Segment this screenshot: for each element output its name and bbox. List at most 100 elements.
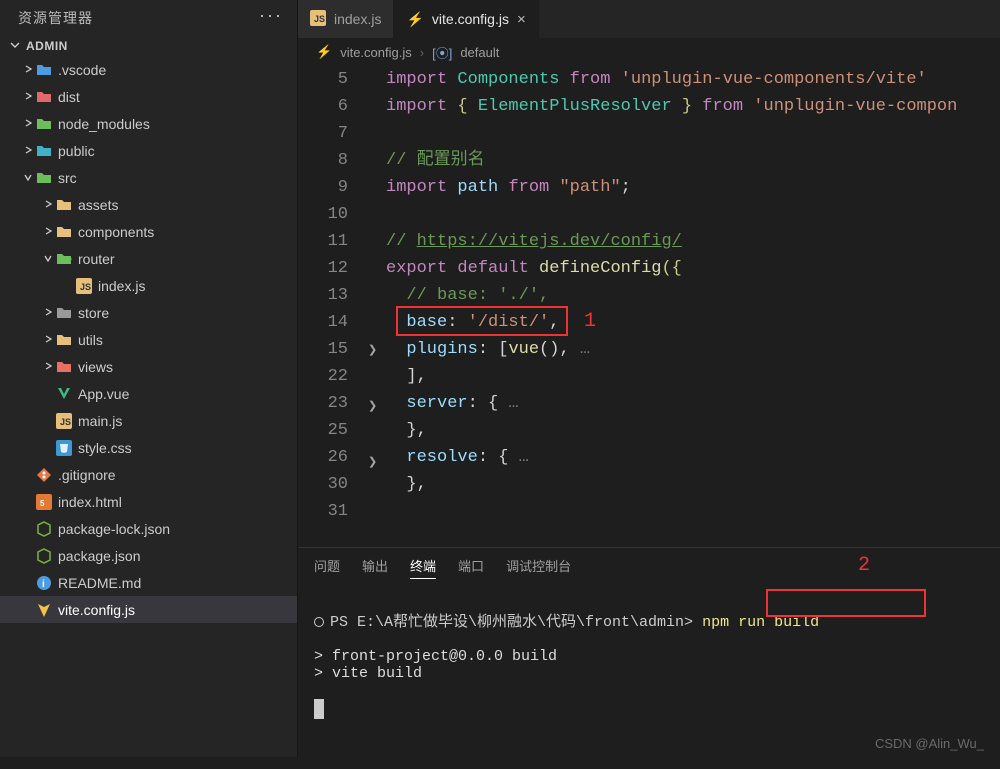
ps-icon — [314, 617, 324, 627]
tree-item-label: README.md — [58, 575, 141, 591]
folder-icon — [54, 359, 74, 375]
tree-item-label: .gitignore — [58, 467, 116, 483]
tree-item-viteconfigjs[interactable]: vite.config.js — [0, 596, 297, 623]
tree-item-stylecss[interactable]: style.css — [0, 434, 297, 461]
folder-open-icon — [54, 251, 74, 267]
tree-item-indexjs[interactable]: JSindex.js — [0, 272, 297, 299]
tab-label: vite.config.js — [432, 11, 509, 27]
terminal-out-2: > vite build — [314, 665, 422, 682]
tree-item-label: public — [58, 143, 95, 159]
editor-area: JSindex.js ⚡ vite.config.js × ⚡ vite.config… — [297, 0, 1000, 757]
tree-item-packagelockjson[interactable]: package-lock.json — [0, 515, 297, 542]
close-icon[interactable]: × — [517, 11, 526, 28]
watermark: CSDN @Alin_Wu_ — [875, 736, 984, 751]
fold-icon[interactable]: ❯ — [368, 338, 377, 365]
fold-column[interactable]: ❯ ❯ ❯ — [368, 66, 386, 547]
node-icon — [34, 521, 54, 537]
folder-icon — [54, 305, 74, 321]
fold-icon[interactable]: ❯ — [368, 394, 377, 421]
chevron-icon[interactable] — [42, 198, 54, 212]
tree-item-label: App.vue — [78, 386, 129, 402]
svg-text:JS: JS — [314, 14, 325, 24]
panel-tab-输出[interactable]: 输出 — [362, 556, 388, 579]
chevron-icon[interactable] — [42, 306, 54, 320]
annotation-number-1: 1 — [584, 308, 596, 335]
tree-item-dist[interactable]: dist — [0, 83, 297, 110]
chevron-icon[interactable] — [42, 225, 54, 239]
vite-icon — [34, 602, 54, 618]
html-icon: 5 — [34, 494, 54, 510]
tree-item-vscode[interactable]: .vscode — [0, 56, 297, 83]
chevron-icon[interactable] — [22, 144, 34, 158]
tab-indexjs[interactable]: JSindex.js — [298, 0, 394, 38]
vite-icon: ⚡ — [406, 11, 423, 28]
annotation-box-1 — [396, 306, 568, 336]
more-icon[interactable]: ··· — [259, 5, 283, 26]
panel-tab-问题[interactable]: 问题 — [314, 556, 340, 579]
tree-item-READMEmd[interactable]: iREADME.md — [0, 569, 297, 596]
panel-tab-端口[interactable]: 端口 — [458, 556, 484, 579]
terminal-cursor — [314, 699, 324, 719]
chevron-icon[interactable] — [42, 252, 54, 266]
tree-item-label: main.js — [78, 413, 122, 429]
line-numbers: 56789101112131415222325263031 — [298, 66, 368, 547]
sidebar: 资源管理器 ··· ADMIN .vscodedistnode_modulesp… — [0, 0, 297, 757]
breadcrumb-file: vite.config.js — [340, 45, 412, 60]
project-header[interactable]: ADMIN — [0, 36, 297, 56]
tree-item-router[interactable]: router — [0, 245, 297, 272]
tree-item-label: node_modules — [58, 116, 150, 132]
symbol-icon: [⦿] — [432, 43, 452, 62]
tree-item-assets[interactable]: assets — [0, 191, 297, 218]
tree-item-label: assets — [78, 197, 118, 213]
folder-src-icon — [34, 170, 54, 186]
chevron-icon[interactable] — [22, 63, 34, 77]
tree-item-views[interactable]: views — [0, 353, 297, 380]
tree-item-components[interactable]: components — [0, 218, 297, 245]
tree-item-packagejson[interactable]: package.json — [0, 542, 297, 569]
fold-icon[interactable]: ❯ — [368, 450, 377, 477]
js-icon: JS — [74, 278, 94, 294]
panel-tab-终端[interactable]: 终端 — [410, 556, 436, 579]
editor-tabs: JSindex.js ⚡ vite.config.js × — [298, 0, 1000, 38]
git-icon — [34, 467, 54, 483]
folder-icon — [54, 197, 74, 213]
svg-text:5: 5 — [40, 499, 45, 508]
tree-item-mainjs[interactable]: JS main.js — [0, 407, 297, 434]
tree-item-src[interactable]: src — [0, 164, 297, 191]
chevron-icon[interactable] — [42, 360, 54, 374]
tree-item-label: index.js — [98, 278, 145, 294]
tree-item-nodemodules[interactable]: node_modules — [0, 110, 297, 137]
tree-item-public[interactable]: public — [0, 137, 297, 164]
tree-item-indexhtml[interactable]: 5index.html — [0, 488, 297, 515]
code-editor[interactable]: 56789101112131415222325263031 ❯ ❯ ❯ impo… — [298, 66, 1000, 547]
css-icon — [54, 440, 74, 456]
folder-node-icon — [34, 116, 54, 132]
chevron-icon[interactable] — [22, 90, 34, 104]
vue-icon — [54, 386, 74, 402]
tree-item-gitignore[interactable]: .gitignore — [0, 461, 297, 488]
tree-item-store[interactable]: store — [0, 299, 297, 326]
info-icon: i — [34, 575, 54, 591]
terminal-out-1: > front-project@0.0.0 build — [314, 648, 557, 665]
tree-item-Appvue[interactable]: App.vue — [0, 380, 297, 407]
tree-item-utils[interactable]: utils — [0, 326, 297, 353]
panel-tab-调试控制台[interactable]: 调试控制台 — [506, 556, 571, 579]
breadcrumb[interactable]: ⚡ vite.config.js › [⦿] default — [298, 38, 1000, 66]
tree-item-label: router — [78, 251, 115, 267]
svg-text:JS: JS — [60, 417, 71, 427]
node-icon — [34, 548, 54, 564]
chevron-down-icon — [10, 39, 26, 53]
chevron-icon[interactable] — [22, 171, 34, 185]
tree-item-label: components — [78, 224, 154, 240]
js-icon: JS — [310, 10, 326, 29]
folder-icon — [54, 332, 74, 348]
tab-viteconfigjs[interactable]: ⚡ vite.config.js × — [394, 0, 538, 38]
chevron-icon[interactable] — [42, 333, 54, 347]
vite-icon: ⚡ — [316, 44, 332, 60]
chevron-icon[interactable] — [22, 117, 34, 131]
js-icon: JS — [54, 413, 74, 429]
tree-item-label: vite.config.js — [58, 602, 135, 618]
tree-item-label: src — [58, 170, 77, 186]
folder-icon — [54, 224, 74, 240]
code-content[interactable]: import Components from 'unplugin-vue-com… — [386, 66, 1000, 547]
